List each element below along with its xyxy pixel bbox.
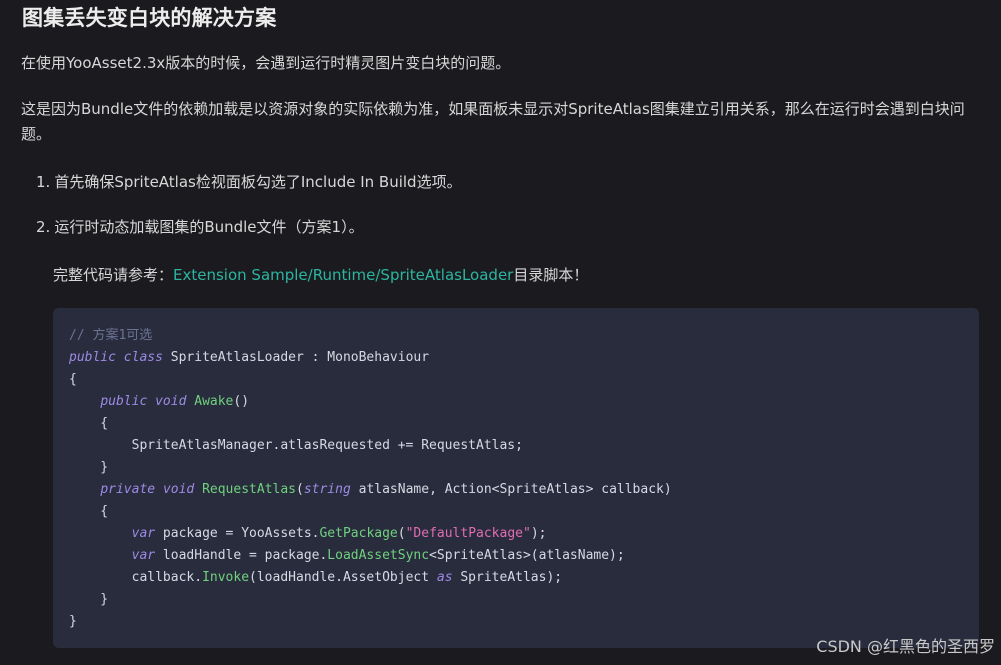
code-token-kw: void [155,394,187,409]
code-token-plain: { [69,372,77,387]
code-token-plain: SpriteAtlas); [452,570,563,585]
code-token-comment: // 方案1可选 [69,328,153,343]
code-line: } [69,611,672,633]
list-item-text: 运行时动态加载图集的Bundle文件（方案1）。 [54,218,364,236]
code-token-plain: <SpriteAtlas>(atlasName); [429,548,625,563]
code-line: } [69,457,672,479]
code-token-fn: LoadAssetSync [327,548,430,563]
reference-link[interactable]: Extension Sample/Runtime/SpriteAtlasLoad… [173,266,513,284]
list-item-text: 首先确保SpriteAtlas检视面板勾选了Include In Build选项… [54,173,462,191]
code-token-kw: var [131,526,156,541]
paragraph-dependency-explanation: 这是因为Bundle文件的依赖加载是以资源对象的实际依赖为准，如果面板未显示对S… [21,100,965,143]
code-line: var loadHandle = package.LoadAssetSync<S… [69,545,672,567]
code-token-fn: RequestAtlas [202,482,296,497]
code-line: { [69,413,672,435]
code-line: public class SpriteAtlasLoader : MonoBeh… [69,347,672,369]
code-token-fn: Awake [194,394,234,409]
code-token-plain: ); [530,526,547,541]
paragraph-version-issue: 在使用YooAsset2.3x版本的时候，会遇到运行时精灵图片变白块的问题。 [21,54,511,72]
code-token-kw: class [123,350,163,365]
code-line: private void RequestAtlas(string atlasNa… [69,479,672,501]
code-token-kw: var [131,548,156,563]
reference-note: 完整代码请参考：Extension Sample/Runtime/SpriteA… [53,263,588,288]
code-token-plain: { [69,504,109,519]
code-line: { [69,501,672,523]
code-token-plain: } [69,592,109,607]
code-token-str: "DefaultPackage" [405,526,531,541]
code-line: { [69,369,672,391]
code-token-plain: ( [296,482,304,497]
list-item-number: 2. [36,218,51,236]
list-item-number: 1. [36,173,51,191]
reference-suffix: 目录脚本！ [513,266,589,284]
code-token-plain: () [233,394,250,409]
code-line: public void Awake() [69,391,672,413]
code-token-plain: SpriteAtlasLoader : MonoBehaviour [162,350,430,365]
code-token-plain: loadHandle = package. [155,548,328,563]
code-content[interactable]: // 方案1可选 public class SpriteAtlasLoader :… [69,325,672,633]
code-token-plain: (loadHandle.AssetObject [249,570,437,585]
code-token-fn: Invoke [202,570,250,585]
article-heading: 图集丢失变白块的解决方案 [22,6,277,30]
code-line: callback.Invoke(loadHandle.AssetObject a… [69,567,672,589]
code-token-kw: string [303,482,351,497]
list-item: 1. 首先确保SpriteAtlas检视面板勾选了Include In Build… [36,170,462,195]
code-token-plain: } [69,460,109,475]
list-item: 2. 运行时动态加载图集的Bundle文件（方案1）。 [36,215,364,240]
code-line: SpriteAtlasManager.atlasRequested += Req… [69,435,672,457]
code-token-plain: { [69,416,109,431]
code-line: var package = YooAssets.GetPackage("Defa… [69,523,672,545]
code-token-kw: public [100,394,148,409]
code-line: } [69,589,672,611]
code-token-plain: } [69,614,77,629]
code-token-kw: public [69,350,116,365]
code-token-plain: ( [397,526,406,541]
code-token-kw: as [436,570,453,585]
code-token-fn: GetPackage [319,526,398,541]
code-line: // 方案1可选 [69,325,672,347]
code-block[interactable]: // 方案1可选 public class SpriteAtlasLoader :… [53,308,979,648]
code-token-plain: package = YooAssets. [155,526,320,541]
code-token-kw: void [162,482,195,497]
reference-prefix: 完整代码请参考： [53,266,174,284]
csdn-watermark: CSDN @红黑色的圣西罗 [816,637,995,656]
code-token-plain: callback. [69,570,203,585]
code-token-plain: SpriteAtlasManager.atlasRequested += Req… [69,438,523,453]
code-token-plain: atlasName, Action<SpriteAtlas> callback) [350,482,672,497]
code-token-kw: private [100,482,156,497]
